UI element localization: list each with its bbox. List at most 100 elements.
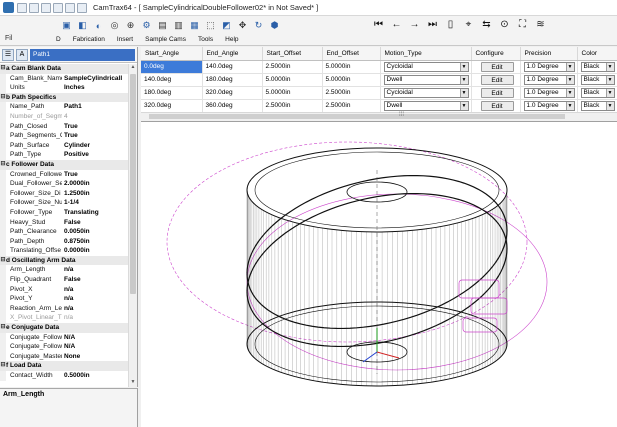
frame-icon[interactable]: ▯ <box>444 18 457 31</box>
previous-icon[interactable]: ← <box>390 18 403 31</box>
motion-type-dropdown[interactable]: Cycloidal ▼ <box>383 61 469 72</box>
color-dropdown[interactable]: Black ▼ <box>580 100 615 111</box>
layer-icon[interactable]: ◩ <box>220 19 233 32</box>
precision-dropdown[interactable]: 1.0 Degree ▼ <box>523 100 575 111</box>
zoom-icon[interactable]: ⊙ <box>498 18 511 31</box>
column-end-angle[interactable]: End_Angle <box>202 47 263 61</box>
property-value[interactable]: False <box>62 275 128 285</box>
property-value[interactable]: n/a <box>62 265 128 275</box>
column-end-offset[interactable]: End_Offset <box>322 47 381 61</box>
menu-item-help[interactable]: Help <box>225 36 238 43</box>
property-value[interactable]: N/A <box>62 333 128 343</box>
precision-dropdown[interactable]: 1.0 Degree ▼ <box>523 61 575 72</box>
cell-start-angle[interactable]: 0.0deg <box>141 60 203 74</box>
table-row[interactable]: 0.0deg 140.0deg 2.5000in 5.0000in Cycloidal ▼… <box>141 60 617 74</box>
scroll-up-icon[interactable]: ▲ <box>129 64 137 72</box>
new-file-icon[interactable] <box>17 2 27 13</box>
table-row[interactable]: 320.0deg 360.0deg 2.5000in 2.5000in Dwell ▼ Ed… <box>141 99 617 113</box>
property-value[interactable]: n/a <box>62 304 128 314</box>
property-row[interactable]: Follower_Size_Nu 1-1/4 <box>0 198 128 208</box>
chevron-down-icon[interactable]: ▼ <box>605 101 614 110</box>
cell-end-offset[interactable]: 2.5000in <box>322 86 381 100</box>
property-category[interactable]: ⊟ f Load Data <box>0 361 128 371</box>
chevron-down-icon[interactable]: ▼ <box>565 101 574 110</box>
scroll-down-icon[interactable]: ▼ <box>129 379 137 387</box>
property-row[interactable]: Crowned_Followe True <box>0 169 128 180</box>
chevron-down-icon[interactable]: ▼ <box>459 88 468 97</box>
motion-type-dropdown[interactable]: Cycloidal ▼ <box>383 87 469 98</box>
cell-start-offset[interactable]: 2.5000in <box>262 60 323 74</box>
cell-end-offset[interactable]: 5.0000in <box>322 73 381 87</box>
motion-type-dropdown[interactable]: Dwell ▼ <box>383 100 469 111</box>
redo-icon[interactable] <box>77 2 87 13</box>
cam-view-icon[interactable]: ⬚ <box>204 19 217 32</box>
edit-button[interactable]: Edit <box>480 61 514 72</box>
property-category[interactable]: ⊟ d Oscillating Arm Data <box>0 255 128 266</box>
cell-end-angle[interactable]: 140.0deg <box>202 60 263 74</box>
property-value[interactable]: True <box>62 131 128 141</box>
categorized-icon[interactable]: ☰ <box>2 48 14 61</box>
property-value[interactable]: 0.5000in <box>62 371 128 381</box>
property-value[interactable]: Inches <box>62 83 128 93</box>
precision-dropdown[interactable]: 1.0 Degree ▼ <box>523 74 575 85</box>
color-dropdown[interactable]: Black ▼ <box>580 87 615 98</box>
property-row[interactable]: Dual_Follower_Se 2.0000in <box>0 179 128 189</box>
property-row[interactable]: Cam_Blank_Name SampleCylindricalI <box>0 73 128 84</box>
align-icon[interactable]: ⇆ <box>480 18 493 31</box>
chevron-down-icon[interactable]: ▼ <box>459 75 468 84</box>
undo-icon[interactable] <box>65 2 75 13</box>
cell-end-angle[interactable]: 320.0deg <box>202 86 263 100</box>
property-value[interactable]: 0.0000in <box>62 246 128 256</box>
print-icon[interactable] <box>53 2 63 13</box>
property-row[interactable]: Number_of_Segm 4 <box>0 111 128 122</box>
edit-button[interactable]: Edit <box>480 74 514 85</box>
property-row[interactable]: Follower_Size_Di 1.2500in <box>0 188 128 199</box>
property-value[interactable]: N/A <box>62 342 128 352</box>
cell-end-offset[interactable]: 2.5000in <box>322 99 381 113</box>
cam-blank-icon[interactable]: ▣ <box>60 19 73 32</box>
property-row[interactable]: Contact_Width 0.5000in <box>0 371 128 381</box>
property-value[interactable]: 4 <box>62 112 128 122</box>
column-start-angle[interactable]: Start_Angle <box>141 47 203 61</box>
chevron-down-icon[interactable]: ▼ <box>605 75 614 84</box>
motion-type-dropdown[interactable]: Dwell ▼ <box>383 74 469 85</box>
edit-button[interactable]: Edit <box>480 100 514 111</box>
property-row[interactable]: X_Pivot_Linear_T n/a <box>0 313 128 324</box>
property-row[interactable]: Conjugate_Follow N/A <box>0 342 128 352</box>
property-row[interactable]: Conjugate_Follow N/A <box>0 332 128 343</box>
property-row[interactable]: Path_Closed True <box>0 121 128 132</box>
column-start-offset[interactable]: Start_Offset <box>262 47 323 61</box>
property-row[interactable]: Flip_Quadrant False <box>0 275 128 285</box>
property-row[interactable]: Units Inches <box>0 83 128 93</box>
cam-3d-viewport[interactable] <box>141 121 617 427</box>
next-icon[interactable]: → <box>408 18 421 31</box>
property-row[interactable]: Name_Path Path1 <box>0 102 128 112</box>
property-category[interactable]: ⊟ c Follower Data <box>0 159 128 170</box>
property-category[interactable]: ⊟ b Path Specifics <box>0 92 128 103</box>
property-row[interactable]: Pivot_X n/a <box>0 284 128 295</box>
move-icon[interactable]: ✥ <box>236 19 249 32</box>
column-motion-type[interactable]: Motion_Type <box>380 47 472 61</box>
segment-icon[interactable]: ⊕ <box>124 19 137 32</box>
view-icon[interactable]: ⛶ <box>516 18 529 31</box>
column-configure[interactable]: Configure <box>471 47 521 61</box>
chevron-down-icon[interactable]: ▼ <box>605 88 614 97</box>
column-color[interactable]: Color <box>577 47 617 61</box>
color-dropdown[interactable]: Black ▼ <box>580 74 615 85</box>
grid-horizontal-scrollbar[interactable]: ⁞⁞⁞ <box>141 112 617 120</box>
open-folder-icon[interactable] <box>29 2 39 13</box>
property-value[interactable]: n/a <box>62 285 128 295</box>
table-row[interactable]: 140.0deg 180.0deg 5.0000in 5.0000in Dwell ▼ Ed… <box>141 73 617 87</box>
cell-end-offset[interactable]: 5.0000in <box>322 60 381 74</box>
property-row[interactable]: Translating_Offse 0.0000in <box>0 246 128 256</box>
cell-start-angle[interactable]: 140.0deg <box>141 73 203 87</box>
cell-end-angle[interactable]: 360.0deg <box>202 99 263 113</box>
property-row[interactable]: Heavy_Stud False <box>0 217 128 228</box>
property-value[interactable]: Translating <box>62 208 128 218</box>
property-row[interactable]: Pivot_Y n/a <box>0 294 128 304</box>
chevron-down-icon[interactable]: ▼ <box>459 62 468 71</box>
export-icon[interactable]: ▥ <box>172 19 185 32</box>
last-icon[interactable]: ⏭ <box>426 18 439 31</box>
property-row[interactable]: Path_Segments_C True <box>0 131 128 141</box>
property-value[interactable]: False <box>62 218 128 228</box>
